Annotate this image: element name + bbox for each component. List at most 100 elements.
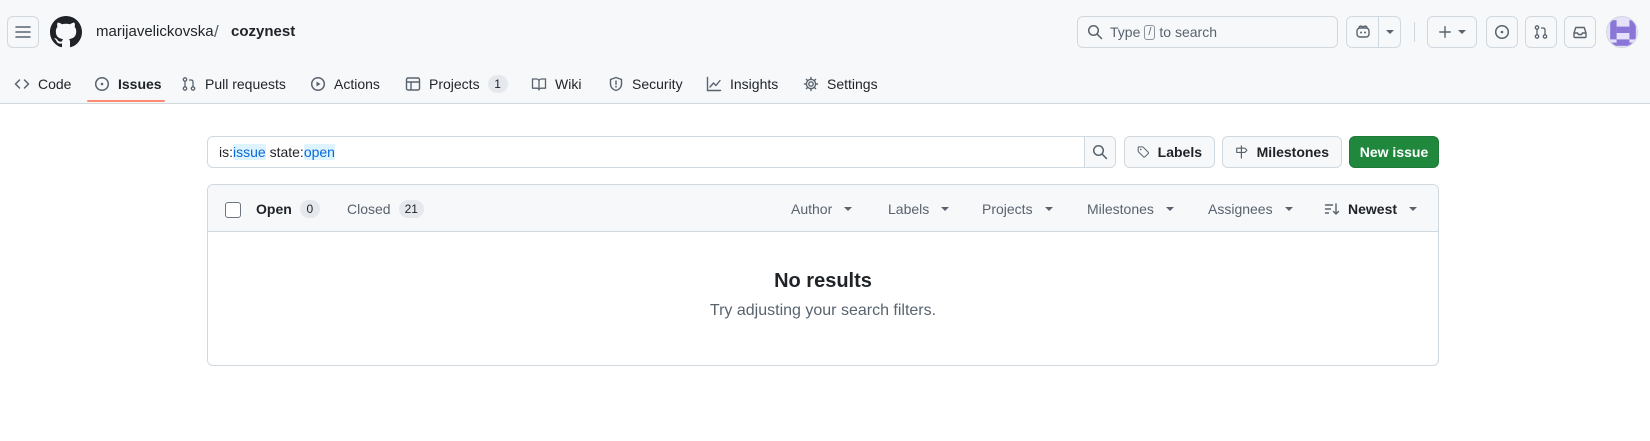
- tab-label: Projects: [429, 76, 480, 92]
- filter-value-issue: issue: [233, 144, 266, 160]
- select-all-checkbox[interactable]: [225, 202, 241, 218]
- issues-filter-bar: is: issue state: open: [207, 136, 1116, 168]
- global-bar: marijavelickovska / cozynest Type / to s…: [0, 0, 1650, 64]
- chevron-down-icon: [941, 206, 950, 211]
- projects-filter[interactable]: Projects: [982, 185, 1053, 232]
- selected-tab-indicator: [87, 100, 165, 102]
- new-issue-button[interactable]: New issue: [1349, 136, 1439, 168]
- blankslate-title: No results: [774, 270, 872, 292]
- chevron-down-icon: [1385, 30, 1394, 34]
- open-count: 0: [299, 199, 320, 218]
- labels-filter[interactable]: Labels: [888, 185, 950, 232]
- open-issues-tab[interactable]: Open 0: [256, 185, 320, 232]
- tab-label: Issues: [118, 76, 162, 92]
- table-icon: [405, 77, 421, 91]
- issue-opened-icon: [1494, 24, 1510, 40]
- closed-count: 21: [398, 199, 424, 218]
- open-label: Open: [256, 200, 292, 217]
- breadcrumb-owner[interactable]: marijavelickovska: [96, 22, 214, 42]
- tab-actions[interactable]: Actions: [310, 64, 380, 104]
- chevron-down-icon: [1044, 206, 1053, 211]
- user-avatar[interactable]: [1606, 16, 1638, 48]
- breadcrumb-repo[interactable]: cozynest: [231, 22, 295, 42]
- menu-button[interactable]: [7, 16, 39, 48]
- search-icon: [1087, 24, 1103, 40]
- filter-search-button[interactable]: [1084, 137, 1115, 167]
- inbox-button[interactable]: [1564, 16, 1596, 48]
- assignees-filter-label: Assignees: [1208, 200, 1273, 217]
- milestone-icon: [1236, 145, 1248, 159]
- tab-pull-requests[interactable]: Pull requests: [181, 64, 286, 104]
- author-filter-label: Author: [791, 200, 833, 217]
- code-icon: [14, 79, 30, 89]
- issue-opened-icon: [94, 76, 110, 92]
- chevron-down-icon: [1165, 206, 1174, 211]
- tab-label: Security: [632, 76, 683, 92]
- hamburger-icon: [15, 26, 31, 38]
- search-placeholder-prefix: Type: [1110, 24, 1141, 40]
- closed-issues-tab[interactable]: Closed 21: [347, 185, 424, 232]
- header-divider: [1414, 22, 1415, 42]
- github-logo-icon[interactable]: [50, 16, 82, 48]
- milestones-button[interactable]: Milestones: [1222, 136, 1342, 168]
- tab-issues[interactable]: Issues: [94, 64, 162, 104]
- assignees-filter[interactable]: Assignees: [1208, 185, 1293, 232]
- tab-projects[interactable]: Projects 1: [405, 64, 508, 104]
- labels-button[interactable]: Labels: [1124, 136, 1215, 168]
- filter-qualifier-is: is:: [219, 144, 233, 160]
- copilot-button-group: [1346, 16, 1401, 48]
- closed-label: Closed: [347, 200, 391, 217]
- tab-code[interactable]: Code: [14, 64, 71, 104]
- copilot-menu-button[interactable]: [1379, 17, 1400, 47]
- issues-list: Open 0 Closed 21 Author Labels Projects …: [207, 184, 1439, 366]
- filter-qualifier-state: state:: [265, 144, 304, 160]
- chevron-down-icon: [844, 206, 853, 211]
- repo-nav: Code Issues Pull requests Actions Projec…: [0, 64, 1650, 104]
- search-placeholder-suffix: to search: [1159, 24, 1218, 40]
- search-icon: [1092, 144, 1108, 160]
- copilot-icon: [1355, 25, 1370, 38]
- search-shortcut-key: /: [1144, 24, 1156, 40]
- blankslate-subtitle: Try adjusting your search filters.: [709, 302, 937, 319]
- filter-value-open: open: [303, 144, 335, 160]
- chevron-down-icon: [1284, 206, 1293, 211]
- book-icon: [531, 78, 547, 91]
- author-filter[interactable]: Author: [791, 185, 853, 232]
- sort-dropdown[interactable]: Newest: [1324, 185, 1418, 232]
- avatar-identicon-icon: [1607, 17, 1637, 47]
- tab-settings[interactable]: Settings: [803, 64, 878, 104]
- git-pull-request-icon: [1534, 25, 1548, 39]
- tag-icon: [1137, 146, 1149, 158]
- milestones-filter-label: Milestones: [1087, 200, 1154, 217]
- tab-security[interactable]: Security: [608, 64, 683, 104]
- plus-icon: [1439, 26, 1451, 38]
- tab-label: Wiki: [555, 76, 582, 92]
- issues-filter-input[interactable]: is: issue state: open: [208, 137, 1084, 167]
- tab-wiki[interactable]: Wiki: [531, 64, 581, 104]
- app-header: marijavelickovska / cozynest Type / to s…: [0, 0, 1650, 104]
- your-pull-requests-button[interactable]: [1525, 16, 1557, 48]
- tab-label: Insights: [730, 76, 779, 92]
- copilot-button[interactable]: [1347, 17, 1379, 47]
- issues-list-header: Open 0 Closed 21 Author Labels Projects …: [208, 185, 1438, 232]
- create-new-button[interactable]: [1427, 16, 1477, 48]
- projects-counter: 1: [487, 75, 508, 93]
- tab-label: Code: [38, 76, 72, 92]
- shield-icon: [609, 76, 623, 92]
- git-pull-request-icon: [182, 77, 196, 91]
- milestones-button-label: Milestones: [1256, 144, 1329, 160]
- sort-label: Newest: [1348, 200, 1398, 217]
- inbox-icon: [1573, 26, 1587, 39]
- milestones-filter[interactable]: Milestones: [1087, 185, 1174, 232]
- your-issues-button[interactable]: [1486, 16, 1518, 48]
- labels-filter-label: Labels: [888, 200, 930, 217]
- projects-filter-label: Projects: [982, 200, 1033, 217]
- global-search-input[interactable]: Type / to search: [1077, 16, 1338, 48]
- graph-icon: [706, 76, 722, 92]
- labels-button-label: Labels: [1157, 144, 1202, 160]
- tab-insights[interactable]: Insights: [706, 64, 778, 104]
- tab-label: Pull requests: [205, 76, 286, 92]
- breadcrumb-separator: /: [214, 22, 219, 41]
- play-icon: [310, 76, 326, 92]
- gear-icon: [803, 76, 819, 92]
